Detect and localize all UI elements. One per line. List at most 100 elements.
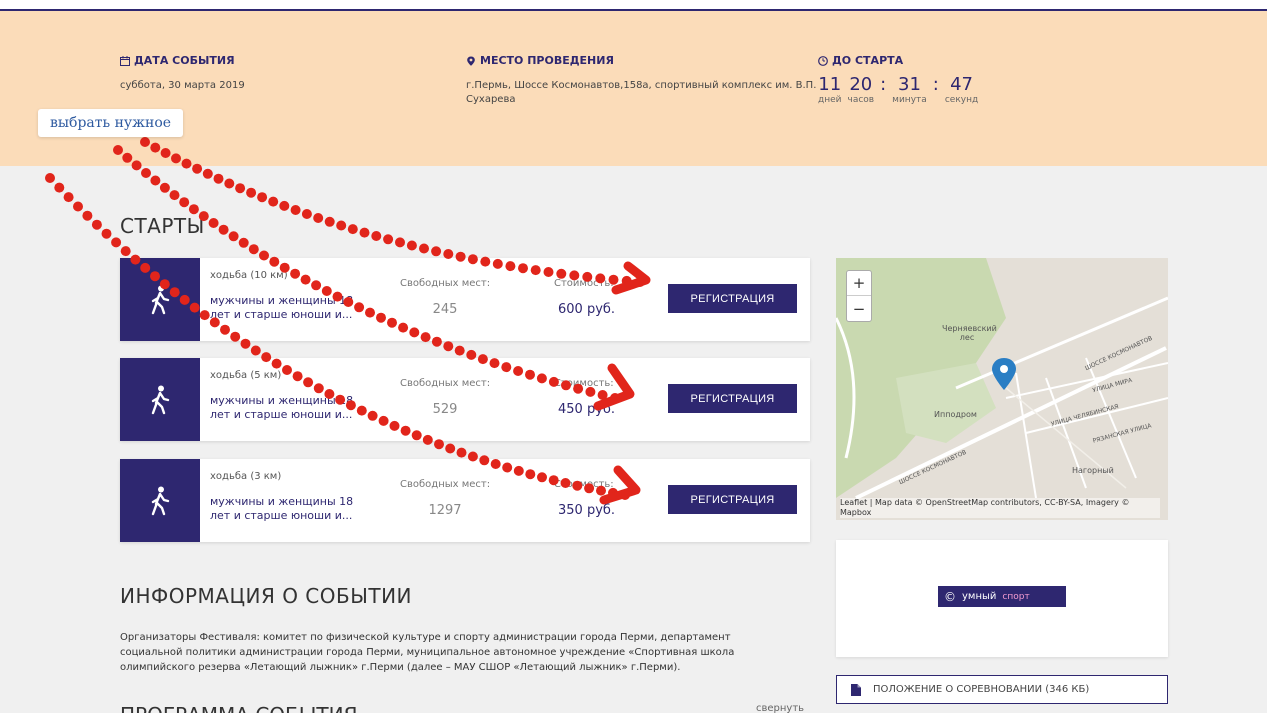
free-places-value: 529 <box>432 402 458 417</box>
event-banner: ДАТА СОБЫТИЯ суббота, 30 марта 2019 МЕСТ… <box>0 11 1267 166</box>
free-places-label: Свободных мест: <box>400 378 491 389</box>
annotation-dot <box>324 216 335 227</box>
zoom-out-button[interactable]: − <box>847 296 871 321</box>
map-tiles <box>836 258 1168 520</box>
minutes-label: минута <box>892 95 927 105</box>
annotation-dot <box>54 182 65 193</box>
start-card: ходьба (10 км) мужчины и женщины 18 лет … <box>120 258 810 341</box>
annotation-dot <box>445 443 456 454</box>
price-value: 350 руб. <box>558 503 616 518</box>
sponsor-logo[interactable]: © умный спорт <box>938 586 1066 607</box>
annotation-dot <box>159 182 170 193</box>
annotation-dot <box>313 213 324 223</box>
annotation-dot <box>169 190 180 201</box>
regulations-link[interactable]: ПОЛОЖЕНИЕ О СОРЕВНОВАНИИ (346 КБ) <box>836 675 1168 704</box>
program-collapse[interactable]: свернуть <box>756 703 804 713</box>
map-zoom-control: + − <box>846 270 872 322</box>
start-type: ходьба (5 км) <box>210 370 282 381</box>
annotation-dot <box>419 243 429 254</box>
annotation-dot <box>73 201 83 212</box>
map-label-upland: Нагорный <box>1072 466 1114 475</box>
start-description[interactable]: мужчины и женщины 18 лет и старше юноши … <box>210 394 370 422</box>
annotation-dot <box>359 227 370 238</box>
map-attribution[interactable]: Leaflet | Map data © OpenStreetMap contr… <box>840 498 1160 518</box>
event-place-block: МЕСТО ПРОВЕДЕНИЯ г.Пермь, Шоссе Космонав… <box>466 54 826 107</box>
annotation-dot <box>150 175 161 186</box>
register-button[interactable]: РЕГИСТРАЦИЯ <box>668 485 797 514</box>
free-places-label: Свободных мест: <box>400 278 491 289</box>
zoom-in-button[interactable]: + <box>847 271 871 296</box>
annotation-dot <box>111 237 122 248</box>
event-date-block: ДАТА СОБЫТИЯ суббота, 30 марта 2019 <box>120 54 245 93</box>
annotation-dot <box>238 237 249 248</box>
annotation-dot <box>250 345 261 356</box>
top-strip <box>0 0 1267 9</box>
register-button[interactable]: РЕГИСТРАЦИЯ <box>668 384 797 413</box>
start-card: ходьба (3 км) мужчины и женщины 18 лет и… <box>120 459 810 542</box>
logo-text: умный <box>962 591 997 602</box>
free-places-value: 1297 <box>428 503 462 518</box>
price-value: 450 руб. <box>558 402 616 417</box>
annotation-dot <box>395 237 405 248</box>
days-value: 11 <box>818 74 842 95</box>
calendar-icon <box>120 55 130 66</box>
start-type: ходьба (10 км) <box>210 270 288 281</box>
event-date-value: суббота, 30 марта 2019 <box>120 80 245 91</box>
annotation-dot <box>141 168 151 178</box>
hours-label: часов <box>847 95 875 105</box>
price-label: Стоимость: <box>554 378 614 389</box>
annotation-dot <box>268 196 279 207</box>
annotation-dot <box>101 228 112 239</box>
countdown-days: 11 дней <box>818 74 842 106</box>
start-type: ходьба (3 км) <box>210 471 282 482</box>
register-button[interactable]: РЕГИСТРАЦИЯ <box>668 284 797 313</box>
price-label: Стоимость: <box>554 278 614 289</box>
annotation-dot <box>406 240 417 251</box>
annotation-dot <box>45 173 55 183</box>
countdown-minutes: 31 минута <box>892 75 927 106</box>
start-card-icon-box <box>120 358 200 441</box>
event-place-value: г.Пермь, Шоссе Космонавтов,158а, спортив… <box>466 80 817 105</box>
days-label: дней <box>818 95 842 105</box>
event-map[interactable]: Черняевский лес Ипподром Нагорный ШОССЕ … <box>836 258 1168 520</box>
start-card-icon-box <box>120 459 200 542</box>
event-date-label: ДАТА СОБЫТИЯ <box>134 54 235 67</box>
start-description[interactable]: мужчины и женщины 18 лет и старше юноши … <box>210 294 370 322</box>
annotation-dot <box>91 219 102 230</box>
annotation-dot <box>443 341 454 352</box>
annotation-dot <box>82 210 93 221</box>
annotation-dot <box>431 246 442 257</box>
start-description[interactable]: мужчины и женщины 18 лет и старше юноши … <box>210 495 370 523</box>
seconds-label: секунд <box>944 95 979 105</box>
annotation-tooltip: выбрать нужное <box>38 109 184 137</box>
annotation-dot <box>188 204 199 215</box>
annotation-dot <box>228 231 239 242</box>
annotation-dot <box>179 197 190 208</box>
walking-person-icon <box>151 285 170 314</box>
walking-person-icon <box>151 486 170 515</box>
starts-title: СТАРТЫ <box>120 214 205 238</box>
location-pin-icon <box>467 56 475 66</box>
hours-value: 20 <box>849 74 873 95</box>
countdown-block: ДО СТАРТА 11 дней 20 часов : 31 минута :… <box>818 54 978 105</box>
annotation-dot <box>456 447 467 458</box>
annotation-dot <box>290 205 301 215</box>
countdown-timer: 11 дней 20 часов : 31 минута : 47 секунд <box>818 74 979 106</box>
program-title: ПРОГРАММА СОБЫТИЯ <box>120 703 357 713</box>
annotation-dot <box>246 187 257 198</box>
event-place-heading: МЕСТО ПРОВЕДЕНИЯ <box>466 54 826 67</box>
annotation-dot <box>371 231 382 241</box>
info-text: Организаторы Фестиваля: комитет по физич… <box>120 632 735 673</box>
annotation-dot <box>248 244 259 255</box>
countdown-hours: 20 часов <box>847 74 875 106</box>
clock-icon <box>818 55 828 66</box>
start-card: ходьба (5 км) мужчины и женщины 18 лет и… <box>120 358 810 441</box>
map-label-hippodrome: Ипподром <box>934 410 977 419</box>
price-value: 600 руб. <box>558 302 616 317</box>
logo-mark: © <box>944 589 956 604</box>
annotation-dot <box>383 234 394 245</box>
annotation-dot <box>202 168 213 179</box>
annotation-dot <box>336 220 347 231</box>
seconds-value: 47 <box>950 74 973 95</box>
annotation-dot <box>454 345 465 356</box>
